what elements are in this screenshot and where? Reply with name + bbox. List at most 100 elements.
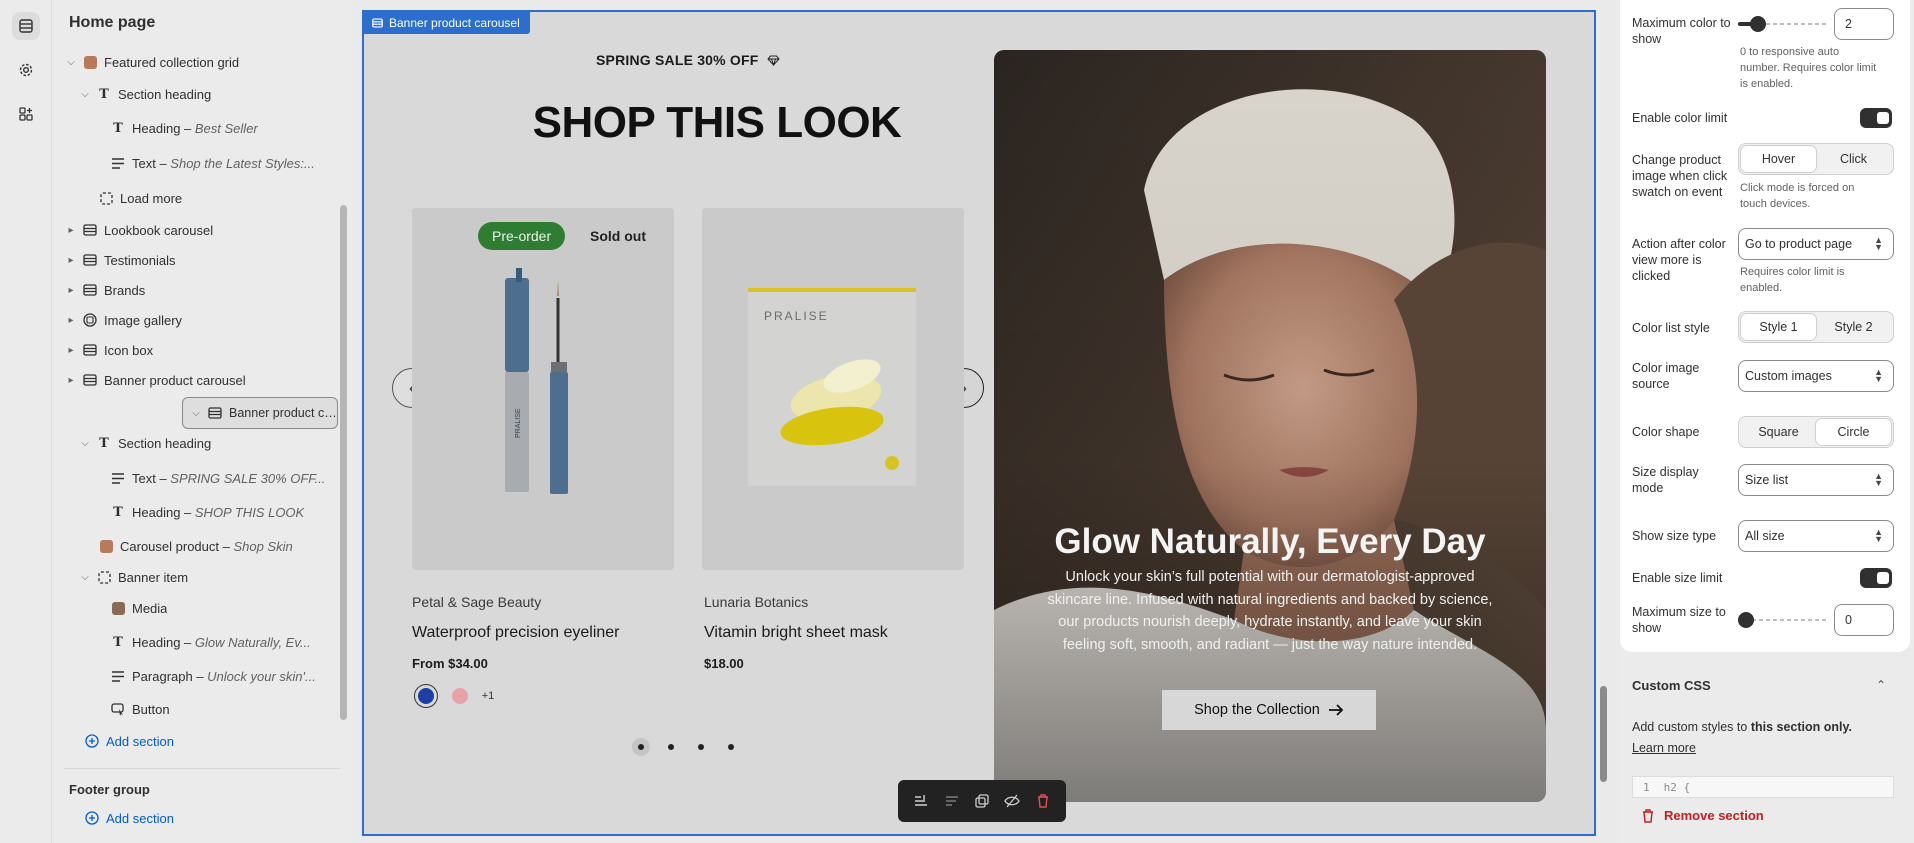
tree-item-media[interactable]: Media	[64, 594, 326, 622]
sidebar-scrollbar[interactable]	[340, 205, 347, 720]
chevron-right-icon[interactable]: ▸	[64, 285, 78, 296]
tree-item-load-more[interactable]: Load more	[64, 184, 326, 212]
section-icon	[82, 342, 98, 358]
tree-item-prefix: Carousel product –	[120, 538, 234, 554]
tree-item-section-heading[interactable]: ⌵ T Section heading	[64, 80, 326, 108]
selected-section-tag[interactable]: Banner product carousel	[364, 12, 530, 34]
tree-item-heading-best-seller[interactable]: T Heading – Best Seller	[64, 114, 326, 142]
chevron-right-icon[interactable]: ▸	[64, 345, 78, 356]
tree-item-banner-product-carousel-selected[interactable]: ⌵ Banner product carousel	[182, 397, 338, 429]
css-code-editor[interactable]: 1 h2 {	[1632, 776, 1894, 798]
product-image-text: PRALISE	[764, 309, 829, 323]
tree-item-text-shop-latest[interactable]: Text – Shop the Latest Styles:...	[64, 149, 326, 177]
move-up-icon[interactable]	[910, 790, 932, 812]
product-card[interactable]: PRALISE	[412, 208, 674, 570]
option-click[interactable]: Click	[1816, 146, 1891, 172]
size-display-select[interactable]: Size list ▲ ▼	[1738, 464, 1894, 496]
arrow-right-icon	[1328, 704, 1344, 716]
chevron-down-icon[interactable]: ⌵	[189, 408, 203, 419]
duplicate-icon[interactable]	[971, 790, 993, 812]
product-name[interactable]: Waterproof precision eyeliner	[412, 624, 620, 642]
product-name[interactable]: Vitamin bright sheet mask	[704, 624, 888, 642]
tree-item-banner-item[interactable]: ⌵ Banner item	[64, 563, 326, 591]
tree-item-label: Banner product carousel	[104, 372, 246, 388]
option-hover[interactable]: Hover	[1741, 146, 1816, 172]
tree-item-lookbook-carousel[interactable]: ▸ Lookbook carousel	[64, 216, 326, 244]
tree-item-button[interactable]: Button	[64, 695, 326, 723]
tree-item-prefix: Heading –	[132, 634, 195, 650]
tree-item-heading-shop-this-look[interactable]: T Heading – SHOP THIS LOOK	[64, 498, 326, 526]
tree-item-text-spring-sale[interactable]: Text – SPRING SALE 30% OFF...	[64, 464, 326, 492]
tree-item-label: Icon box	[104, 342, 154, 358]
chevron-down-icon[interactable]: ⌵	[78, 438, 92, 449]
add-section-button[interactable]: Add section	[64, 727, 326, 755]
action-after-select[interactable]: Go to product page ▲ ▼	[1738, 228, 1894, 260]
option-style-1[interactable]: Style 1	[1741, 314, 1816, 340]
change-image-help: Click mode is forced on touch devices.	[1740, 182, 1855, 210]
option-square[interactable]: Square	[1741, 419, 1816, 445]
tree-item-image-gallery[interactable]: ▸ Image gallery	[64, 306, 326, 334]
color-image-source-select[interactable]: Custom images ▲ ▼	[1738, 360, 1894, 392]
apps-icon[interactable]	[12, 100, 40, 128]
chevron-right-icon[interactable]: ▸	[64, 315, 78, 326]
max-size-slider[interactable]	[1738, 612, 1826, 628]
tree-item-testimonials[interactable]: ▸ Testimonials	[64, 246, 326, 274]
carousel-pagination	[632, 738, 740, 756]
chevron-right-icon[interactable]: ▸	[64, 255, 78, 266]
option-circle[interactable]: Circle	[1816, 419, 1891, 445]
option-style-2[interactable]: Style 2	[1816, 314, 1891, 340]
tree-item-brands[interactable]: ▸ Brands	[64, 276, 326, 304]
product-card[interactable]: PRALISE	[702, 208, 964, 570]
footer-add-section-button[interactable]: Add section	[80, 804, 342, 832]
tree-item-prefix: Text –	[132, 155, 171, 171]
chevron-down-icon[interactable]: ⌵	[64, 57, 78, 68]
tree-item-banner-product-carousel[interactable]: ▸ Banner product carousel	[64, 366, 326, 394]
product-image[interactable]: PRALISE	[412, 208, 674, 570]
max-color-input[interactable]: 2	[1834, 8, 1894, 40]
learn-more-link[interactable]: Learn more	[1632, 741, 1696, 755]
hide-eye-icon[interactable]	[1001, 790, 1023, 812]
tree-item-icon-box[interactable]: ▸ Icon box	[64, 336, 326, 364]
tree-item-paragraph-unlock[interactable]: Paragraph – Unlock your skin'...	[64, 662, 326, 690]
show-size-type-select[interactable]: All size ▲ ▼	[1738, 520, 1894, 552]
chevron-right-icon[interactable]: ▸	[64, 375, 78, 386]
pagination-dot[interactable]	[662, 738, 680, 756]
store-preview[interactable]: Banner product carousel SPRING SALE 30% …	[362, 10, 1596, 836]
color-list-style-label: Color list style	[1632, 321, 1710, 335]
max-size-input[interactable]: 0	[1834, 604, 1894, 636]
chevron-up-icon[interactable]: ⌃	[1876, 678, 1886, 692]
product-image-text: PRALISE	[515, 408, 522, 438]
chevron-right-icon[interactable]: ▸	[64, 225, 78, 236]
enable-size-limit-toggle[interactable]	[1860, 568, 1892, 588]
tree-item-featured-collection-grid[interactable]: ⌵ Featured collection grid	[64, 48, 326, 76]
move-down-icon[interactable]	[941, 790, 963, 812]
shop-collection-button[interactable]: Shop the Collection	[1162, 690, 1376, 730]
chevron-down-icon[interactable]: ⌵	[78, 89, 92, 100]
max-color-slider[interactable]	[1738, 16, 1826, 32]
diamond-icon	[766, 55, 780, 67]
pagination-dot[interactable]	[632, 738, 650, 756]
tree-item-heading-glow[interactable]: T Heading – Glow Naturally, Ev...	[64, 628, 326, 656]
preview-scrollbar[interactable]	[1600, 686, 1607, 782]
section-tree-sidebar: Home page ⌵ Featured collection grid ⌵ T…	[52, 0, 352, 843]
pagination-dot[interactable]	[722, 738, 740, 756]
color-swatch-blue[interactable]	[414, 684, 438, 708]
tree-item-carousel-product[interactable]: Carousel product – Shop Skin	[64, 532, 326, 560]
remove-section-button[interactable]: Remove section	[1642, 808, 1764, 823]
product-image[interactable]: PRALISE	[702, 208, 964, 570]
pagination-dot[interactable]	[692, 738, 710, 756]
settings-gear-icon[interactable]	[12, 56, 40, 84]
select-value: Custom images	[1745, 369, 1832, 383]
delete-trash-icon[interactable]	[1032, 790, 1054, 812]
tree-item-prefix: Text –	[132, 470, 171, 486]
tree-item-label: Text – Shop the Latest Styles:...	[132, 156, 315, 171]
select-value: All size	[1745, 529, 1785, 543]
color-swatch-pink[interactable]	[448, 684, 472, 708]
enable-color-limit-toggle[interactable]	[1860, 108, 1892, 128]
chevron-down-icon[interactable]: ⌵	[78, 572, 92, 583]
code-line-number: 1	[1643, 781, 1650, 794]
banner-item[interactable]: Glow Naturally, Every Day Unlock your sk…	[994, 50, 1546, 802]
sections-icon[interactable]	[12, 12, 40, 40]
tree-item-section-heading-2[interactable]: ⌵ T Section heading	[64, 429, 326, 457]
swatch-more-count[interactable]: +1	[476, 684, 500, 708]
